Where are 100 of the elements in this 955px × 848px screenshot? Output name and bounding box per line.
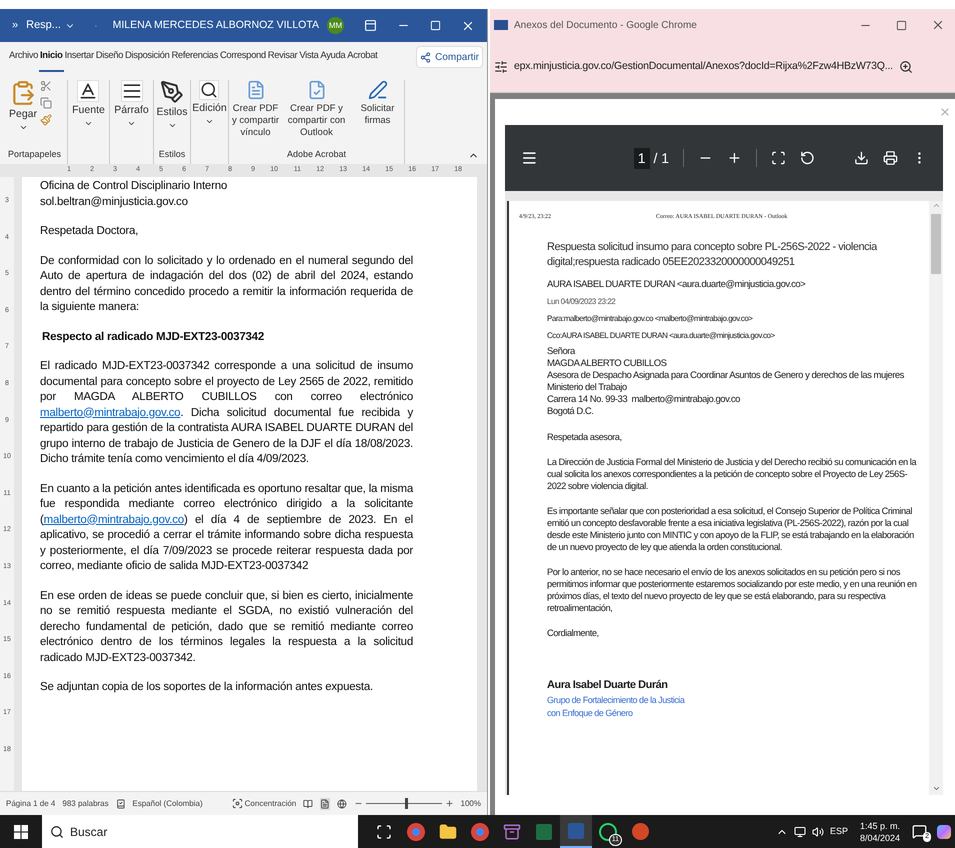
document-paragraph: sol.beltran@minjusticia.gov.co: [40, 194, 189, 210]
page-total: / 1: [654, 148, 670, 168]
user-avatar[interactable]: MM: [327, 17, 344, 34]
acrobat-button[interactable]: Crear PDF y compartir vínculo: [230, 80, 282, 139]
start-icon[interactable]: [14, 824, 28, 838]
web-layout-icon[interactable]: [336, 798, 346, 810]
overflow-button[interactable]: »: [12, 17, 18, 34]
maximize-icon[interactable]: [896, 20, 907, 30]
user-name: MILENA MERCEDES ALBORNOZ VILLOTA: [112, 18, 319, 33]
ribbon-display-icon[interactable]: [364, 19, 377, 32]
caret-icon: [204, 117, 214, 126]
read-mode-icon[interactable]: [303, 798, 313, 810]
cut-icon[interactable]: [40, 80, 52, 92]
email-paragraph: Por lo anterior, no se hace necesario el envío de los anexos solicitados en su petición pero si nos permitimos informar que posteriormente estaremos socializando por este medio, y en una reunión en próximos días, el texto del nuevo proyecto de ley que se está elaborando, para su respectiva retroalimentación,: [547, 566, 917, 614]
document-paragraph: De conformidad con lo solicitado y lo ordenado en el numeral segundo del Auto de apertura de indagación del dos (02) de abril del 2024, estando dentro del término concedido procedo a remitir la información requerida de la siguiente manera:: [40, 254, 413, 315]
caret-icon: [168, 121, 176, 130]
site-logo-icon: [494, 20, 508, 30]
document-paragraph: En cuanto a la petición antes identificada es oportuno resaltar que, la misma fue respondida mediante correo electrónico dirigido a la solicitante (malberto@mintrabajo.gov.co) el día 4 de septiembre de 2023. En el aplicativo, se procedió a cerrar el trámite informando sobre dicha respuesta y posteriormente, el día 7/09/2023 se procede reiterar respuesta dada por correo, mediante oficio de salida MJD-EXT23-0037342: [40, 482, 413, 574]
print-layout-icon[interactable]: [320, 798, 330, 810]
styles-icon: [160, 80, 184, 104]
assistant-icon[interactable]: [937, 824, 951, 838]
rotate-icon[interactable]: [800, 150, 814, 166]
copy-icon[interactable]: [40, 97, 52, 109]
acrobat-button[interactable]: Crear PDF y compartir con Outlook: [284, 80, 350, 139]
ribbon-button[interactable]: Pegar: [8, 80, 38, 132]
scrollbar[interactable]: [929, 201, 943, 795]
address-line: MAGDA ALBERTO CUBILLOS: [547, 358, 668, 370]
word-count[interactable]: 983 palabras: [62, 798, 109, 810]
input-language[interactable]: ESP: [830, 824, 848, 838]
volume-icon[interactable]: [812, 826, 824, 838]
ribbon-button[interactable]: Fuente: [72, 80, 105, 164]
email-paragraph: La Dirección de Justicia Formal del Ministerio de Justicia y del Derecho recibió su comunicación en la cual solicita los anexos correspondientes a la petición de concepto sobre el Proyecto de Ley 256S-2022 sobre violencia digital.: [547, 456, 917, 492]
fit-page-icon[interactable]: [770, 150, 786, 166]
acrobat-button[interactable]: Solicitar firmas: [352, 80, 404, 127]
language-label[interactable]: Español (Colombia): [132, 798, 203, 810]
zoom-icon[interactable]: [898, 60, 913, 74]
scroll-down-icon[interactable]: [932, 784, 940, 793]
zoom-in-icon[interactable]: [726, 150, 742, 166]
ribbon-tab[interactable]: Revisar: [266, 42, 298, 72]
print-icon[interactable]: [883, 150, 898, 166]
email-sender: AURA ISABEL DUARTE DURAN <aura.duarte@minjusticia.gov.co>: [547, 278, 806, 292]
focus-icon: [232, 798, 243, 809]
email-subject: Respuesta solicitud insumo para concepto sobre PL-256S-2022 - violencia digital;respuesta radicado 05EE2023320000000049251: [547, 240, 878, 270]
group-label: Portapapeles: [8, 148, 62, 161]
ribbon-button[interactable]: Estilos: [156, 80, 188, 130]
group-label: Estilos: [158, 148, 186, 160]
focus-button[interactable]: Concentración: [232, 798, 296, 810]
signature-line: Grupo de Fortalecimiento de la Justicia: [547, 694, 686, 707]
proofing-icon[interactable]: [116, 798, 126, 810]
download-icon[interactable]: [854, 150, 870, 166]
document-paragraph: En ese orden de ideas se puede concluir que, si bien es cierto, inicialmente no se remitió respuesta mediante el SGDA, no existió vulneración del derecho fundamental de petición, dado que se remitió mediante correo electrónico dentro de los términos legales la respuesta a la solicitud radicado MJD-EXT23-0037342.: [40, 588, 413, 666]
ribbon-tab[interactable]: Disposición: [124, 42, 170, 72]
address-line: Señora: [547, 346, 576, 358]
signature-icon: [368, 80, 388, 100]
document-paragraph: Respetada Doctora,: [40, 224, 140, 239]
ribbon-tab[interactable]: Vista: [298, 42, 320, 72]
scroll-thumb[interactable]: [931, 214, 941, 274]
zoom-thumb[interactable]: [405, 798, 408, 809]
pdf-mail-icon: [306, 80, 326, 100]
address-bar[interactable]: epx.minjusticia.gov.co/GestionDocumental/Anexos?docId=Rijxa%2Fzw4HBzW73Q...: [514, 58, 893, 74]
ribbon-tab[interactable]: Acrobat: [346, 42, 378, 72]
signature-name: Aura Isabel Duarte Durán: [547, 678, 669, 694]
archive-icon: [503, 822, 521, 840]
ribbon-button[interactable]: Edición: [192, 80, 227, 164]
document-title[interactable]: Resp...: [26, 17, 75, 34]
paragraph-icon: [120, 80, 142, 102]
browser-icon: [407, 822, 425, 840]
ribbon-tab[interactable]: Diseño: [94, 42, 124, 72]
address-line: Asesora de Despacho Asignada para Coordinar Asuntos de Genero y derechos de las mujeres: [547, 370, 905, 382]
spreadsheet-icon: [536, 824, 552, 840]
ribbon-tab[interactable]: Referencias: [170, 42, 219, 72]
search-field[interactable]: Buscar: [42, 815, 358, 848]
format-painter-icon[interactable]: [40, 114, 52, 126]
close-icon[interactable]: [931, 18, 945, 32]
zoom-reading[interactable]: 100%: [460, 798, 481, 810]
site-settings-icon[interactable]: [494, 60, 508, 74]
email-link[interactable]: malberto@mintrabajo.gov.co: [40, 406, 180, 418]
ribbon-button[interactable]: Párrafo: [114, 80, 149, 164]
ribbon-tab[interactable]: Ayuda: [319, 42, 346, 72]
page-count[interactable]: Página 1 de 4: [6, 798, 56, 810]
document-heading: Respecto al radicado MJD-EXT23-0037342: [41, 330, 266, 344]
email-link[interactable]: malberto@mintrabajo.gov.co: [44, 514, 184, 526]
network-icon[interactable]: [794, 826, 806, 838]
ribbon-tab[interactable]: Archivo: [8, 42, 40, 72]
ribbon-tab[interactable]: Correspond: [218, 42, 267, 72]
document-paragraph: Oficina de Control Disciplinario Interno: [40, 179, 228, 194]
browser-icon: [471, 822, 489, 840]
address-line: Bogotá D.C.: [547, 406, 594, 418]
document-app-icon: [568, 822, 584, 838]
folder-icon: [439, 822, 457, 840]
clock[interactable]: 1:45 p. m. 8/04/2024: [860, 820, 900, 844]
caret-icon: [127, 119, 136, 128]
page-number-field[interactable]: 1: [634, 148, 650, 168]
notification-icon[interactable]: [912, 824, 927, 839]
email-paragraph: Cordialmente,: [547, 627, 600, 640]
share-icon: [420, 52, 432, 62]
share-button[interactable]: Compartir: [416, 46, 483, 68]
zoom-slider[interactable]: [366, 798, 442, 809]
ribbon-tab[interactable]: Insertar: [64, 42, 95, 72]
pdf-link-icon: [246, 80, 266, 100]
